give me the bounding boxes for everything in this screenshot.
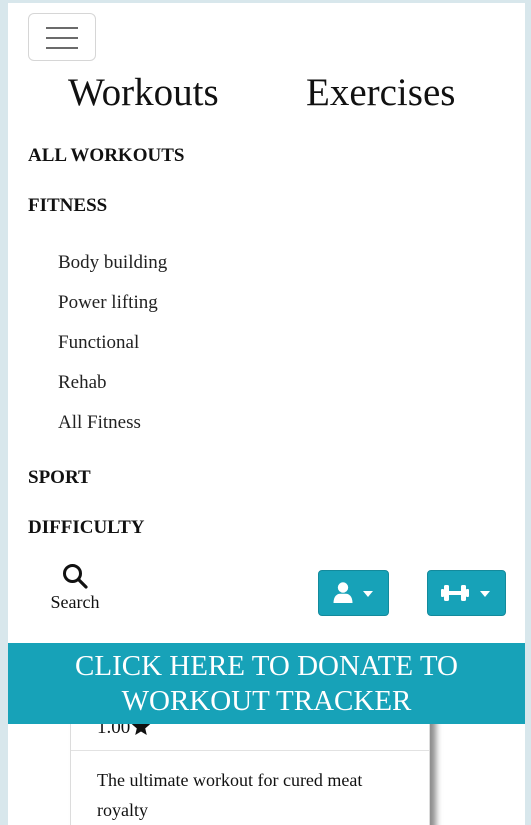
nav-link-exercises[interactable]: Exercises <box>306 69 455 117</box>
chevron-down-icon <box>363 591 373 597</box>
fitness-item-body-building[interactable]: Body building <box>58 251 167 275</box>
page: Workouts Exercises ALL WORKOUTS FITNESS … <box>8 3 525 825</box>
fitness-item-all-fitness[interactable]: All Fitness <box>58 411 141 435</box>
hamburger-menu-icon <box>46 27 78 29</box>
chevron-down-icon <box>480 591 490 597</box>
dumbbell-icon <box>441 585 469 601</box>
category-difficulty[interactable]: DIFFICULTY <box>28 516 145 540</box>
fitness-item-power-lifting[interactable]: Power lifting <box>58 291 158 315</box>
user-icon <box>333 582 353 603</box>
search-button[interactable]: Search <box>44 563 106 623</box>
donate-line-2: WORKOUT TRACKER <box>121 685 412 717</box>
fitness-item-functional[interactable]: Functional <box>58 331 139 355</box>
card-divider <box>71 750 429 751</box>
category-all-workouts[interactable]: ALL WORKOUTS <box>28 144 184 168</box>
search-label: Search <box>50 592 100 612</box>
category-sport[interactable]: SPORT <box>28 466 91 490</box>
search-icon <box>63 564 88 589</box>
donate-banner[interactable]: CLICK HERE TO DONATE TO WORKOUT TRACKER <box>8 643 525 724</box>
fitness-item-rehab[interactable]: Rehab <box>58 371 107 395</box>
donate-line-1: CLICK HERE TO DONATE TO <box>75 650 458 682</box>
workout-description: The ultimate workout for cured meat roya… <box>97 770 363 820</box>
exercise-dropdown-button[interactable] <box>427 570 506 616</box>
nav-link-workouts[interactable]: Workouts <box>68 69 219 117</box>
user-dropdown-button[interactable] <box>318 570 389 616</box>
category-fitness[interactable]: FITNESS <box>28 194 107 218</box>
navbar-toggler-button[interactable] <box>28 13 96 61</box>
